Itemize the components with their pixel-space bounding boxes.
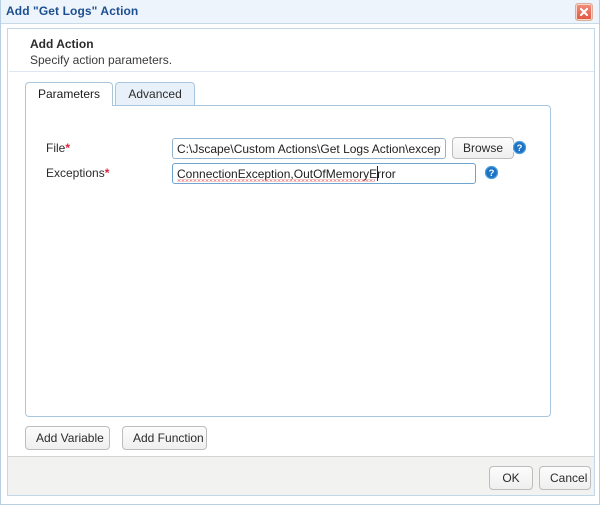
header-block: Add Action Specify action parameters. [30,37,172,68]
dialog-body: Add Action Specify action parameters. Pa… [7,28,595,456]
header-divider [9,71,594,72]
file-required-marker: * [65,141,70,155]
add-function-button[interactable]: Add Function [122,426,207,450]
exceptions-required-marker: * [105,166,110,180]
close-glyph [578,6,590,18]
field-row-file: File* Browse ? [26,138,546,160]
svg-text:?: ? [517,143,523,154]
exceptions-label: Exceptions* [46,166,109,180]
tab-advanced[interactable]: Advanced [115,82,194,106]
help-glyph-file: ? [512,140,527,155]
dialog-titlebar: Add "Get Logs" Action [1,0,599,24]
svg-text:?: ? [489,168,495,179]
add-action-dialog: Add "Get Logs" Action Add Action Specify… [0,0,600,505]
dialog-footer: OK Cancel [7,456,595,496]
text-caret [377,166,378,181]
cancel-button[interactable]: Cancel [539,466,591,490]
exceptions-input[interactable] [172,163,476,184]
field-row-exceptions: Exceptions* ? [26,163,546,185]
dialog-title: Add "Get Logs" Action [6,4,138,18]
tab-parameters[interactable]: Parameters [25,82,113,106]
ok-button[interactable]: OK [489,466,533,490]
help-glyph-exceptions: ? [484,165,499,180]
browse-button[interactable]: Browse [452,137,514,159]
help-icon-file[interactable]: ? [512,140,527,155]
page-subtitle: Specify action parameters. [30,53,172,68]
exceptions-label-text: Exceptions [46,166,105,180]
page-title: Add Action [30,37,172,52]
parameters-panel: File* Browse ? Exceptions* [25,105,551,417]
close-icon[interactable] [575,3,593,21]
file-label-text: File [46,141,65,155]
file-label: File* [46,141,70,155]
add-variable-button[interactable]: Add Variable [25,426,110,450]
file-input[interactable] [172,138,446,159]
tabstrip: Parameters Advanced [25,82,194,106]
help-icon-exceptions[interactable]: ? [484,165,499,180]
